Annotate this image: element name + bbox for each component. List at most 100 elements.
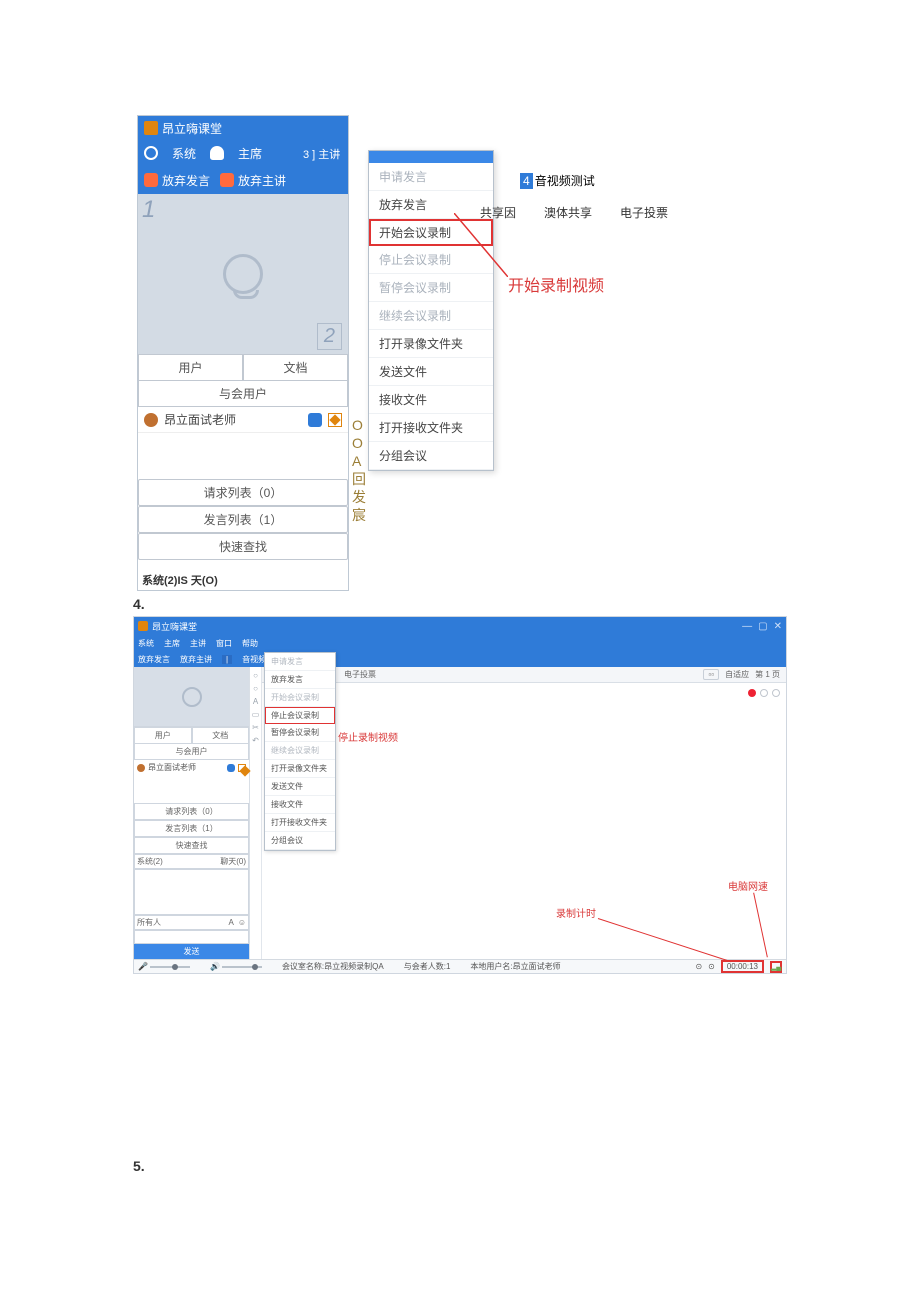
ctx-open-receive-folder[interactable]: 打开接收文件夹 [369, 414, 493, 442]
chat-target-label[interactable]: 所有人 [137, 917, 161, 928]
tool-circle2-icon[interactable]: ○ [253, 684, 258, 693]
tab-doc-2[interactable]: 文档 [192, 727, 250, 744]
nav-dot-icon[interactable] [772, 689, 780, 697]
zoom-auto[interactable]: 自适应 [725, 669, 749, 680]
zoom-select[interactable]: ▫▫ [703, 669, 719, 680]
title-bar: 昂立嗨课堂 [138, 116, 348, 140]
signal-icon: ▂▄ [771, 963, 781, 971]
ctx-receive-file[interactable]: 接收文件 [369, 386, 493, 414]
menu-host[interactable]: 主席 [238, 145, 262, 162]
menu-system[interactable]: 系统 [172, 145, 196, 162]
tool-rect-icon[interactable]: ▭ [252, 710, 260, 719]
minimize-icon[interactable]: — [742, 621, 752, 632]
annotation-4-text: 音视频测试 [535, 174, 595, 188]
tool-text-icon[interactable]: A [253, 697, 258, 706]
toolbar-abandon-host-label: 放弃主讲 [238, 172, 286, 189]
window-body: 用户 文档 与会用户 昂立面试老师 请求列表（0） 发言列表（1） 快速查找 系… [134, 667, 786, 959]
ctx2-receive-file[interactable]: 接收文件 [265, 796, 335, 814]
avatar-icon [144, 413, 158, 427]
ctx2-open-receive-folder[interactable]: 打开接收文件夹 [265, 814, 335, 832]
request-list-button-2[interactable]: 请求列表（0） [134, 803, 249, 820]
mic-status-icon[interactable] [308, 413, 322, 427]
menu-host-2[interactable]: 主席 [164, 638, 180, 649]
status-participant-count: 与会者人数:1 [404, 961, 451, 972]
chat-target-row: 所有人 A ☺ [134, 915, 249, 930]
toolbar-media-share[interactable]: 澳体共享 [544, 204, 592, 221]
app-logo-icon [138, 621, 148, 631]
tool-circle-icon[interactable]: ○ [253, 671, 258, 680]
ctx2-pause-record[interactable]: 暂停会议录制 [265, 724, 335, 742]
mic-status-icon[interactable] [227, 764, 235, 772]
mic-volume-slider[interactable]: 🎤 [138, 962, 190, 971]
toolbar-vote[interactable]: 电子投票 [620, 204, 668, 221]
speak-list-button[interactable]: 发言列表（1） [138, 506, 348, 533]
ctx2-start-record[interactable]: 开始会议录制 [265, 689, 335, 707]
side-tabs-2: 用户 文档 [134, 727, 249, 744]
request-list-button[interactable]: 请求列表（0） [138, 479, 348, 506]
menu-speak-2[interactable]: 主讲 [190, 638, 206, 649]
menu-help-2[interactable]: 帮助 [242, 638, 258, 649]
chat-font-button[interactable]: A [228, 918, 233, 927]
chat-input[interactable] [134, 930, 249, 944]
tab-user[interactable]: 用户 [138, 354, 243, 381]
edit-icon[interactable] [238, 764, 246, 772]
canvas-tab-bar: 器共享 媒体共享 电子投票 ▫▫ 自适应 第 1 页 [262, 667, 786, 683]
annotation-network: 电脑网速 [728, 878, 768, 893]
footer-tab-system[interactable]: 系统(2) [137, 856, 163, 867]
quick-find-button-2[interactable]: 快速查找 [134, 837, 249, 854]
quick-find-button[interactable]: 快速查找 [138, 533, 348, 560]
edit-icon[interactable] [328, 413, 342, 427]
subtab-participants[interactable]: 与会用户 [138, 381, 348, 407]
footer-tab-chat[interactable]: 聊天(0) [220, 856, 246, 867]
subtab-participants-2[interactable]: 与会用户 [134, 744, 249, 760]
gear-icon [144, 146, 158, 160]
ctx-pause-record[interactable]: 暂停会议录制 [369, 274, 493, 302]
tb2-abandon-host[interactable]: 放弃主讲 [180, 654, 212, 665]
ctx2-stop-record[interactable]: 停止会议录制 [265, 707, 335, 724]
footer-tabs-2[interactable]: 系统(2) 聊天(0) [134, 854, 249, 869]
app-title: 昂立嗨课堂 [162, 120, 222, 137]
ctx2-resume-record[interactable]: 继续会议录制 [265, 742, 335, 760]
footer-tabs[interactable]: 系统(2)IS 天(O) [138, 570, 348, 590]
ctx-open-record-folder[interactable]: 打开录像文件夹 [369, 330, 493, 358]
video-slot-1: 1 [142, 196, 155, 224]
menu-window-2[interactable]: 窗口 [216, 638, 232, 649]
tab-user-2[interactable]: 用户 [134, 727, 192, 744]
annotation-3: 3 ] 主讲 [300, 145, 343, 163]
ctx2-send-file[interactable]: 发送文件 [265, 778, 335, 796]
menu-system-2[interactable]: 系统 [138, 638, 154, 649]
page-indicator[interactable]: 第 1 页 [755, 669, 780, 680]
ctx2-apply-speak[interactable]: 申请发言 [265, 653, 335, 671]
canvas-right-controls: ▫▫ 自适应 第 1 页 [703, 669, 780, 680]
tool-cut-icon[interactable]: ✂ [252, 723, 259, 732]
network-indicator: ▂▄ [770, 961, 782, 973]
chat-emoji-button[interactable]: ☺ [238, 918, 246, 927]
tab-doc[interactable]: 文档 [243, 354, 348, 381]
user-row-2[interactable]: 昂立面试老师 [134, 760, 249, 775]
context-menu: 申请发言 放弃发言 开始会议录制 停止会议录制 暂停会议录制 继续会议录制 打开… [368, 150, 494, 471]
nav-dot-icon[interactable] [760, 689, 768, 697]
toolbar-abandon-speak[interactable]: 放弃发言 [144, 172, 210, 189]
mic-icon [144, 173, 158, 187]
toolbar-share[interactable]: 共享因 [480, 204, 516, 221]
ctx-group-meeting[interactable]: 分组会议 [369, 442, 493, 470]
speak-list-button-2[interactable]: 发言列表（1） [134, 820, 249, 837]
user-row[interactable]: 昂立面试老师 [138, 407, 348, 433]
tb2-abandon-speak[interactable]: 放弃发言 [138, 654, 170, 665]
close-icon[interactable]: ✕ [774, 621, 782, 632]
ctx2-abandon-speak[interactable]: 放弃发言 [265, 671, 335, 689]
canvas-tab-vote[interactable]: 电子投票 [344, 669, 376, 680]
main-canvas: 器共享 媒体共享 电子投票 ▫▫ 自适应 第 1 页 [262, 667, 786, 959]
vertical-tool-letters: O O A 回 发 宸 [352, 416, 366, 524]
ctx-send-file[interactable]: 发送文件 [369, 358, 493, 386]
toolbar-abandon-host[interactable]: 放弃主讲 [220, 172, 286, 189]
maximize-icon[interactable]: ▢ [758, 621, 767, 632]
tool-undo-icon[interactable]: ↶ [252, 736, 259, 745]
user-list-blank [138, 433, 348, 479]
chat-send-button[interactable]: 发送 [134, 944, 249, 959]
ctx-resume-record[interactable]: 继续会议录制 [369, 302, 493, 330]
speaker-volume-slider[interactable]: 🔊 [210, 962, 262, 971]
ctx2-group-meeting[interactable]: 分组会议 [265, 832, 335, 850]
ctx-apply-speak[interactable]: 申请发言 [369, 163, 493, 191]
ctx2-open-record-folder[interactable]: 打开录像文件夹 [265, 760, 335, 778]
